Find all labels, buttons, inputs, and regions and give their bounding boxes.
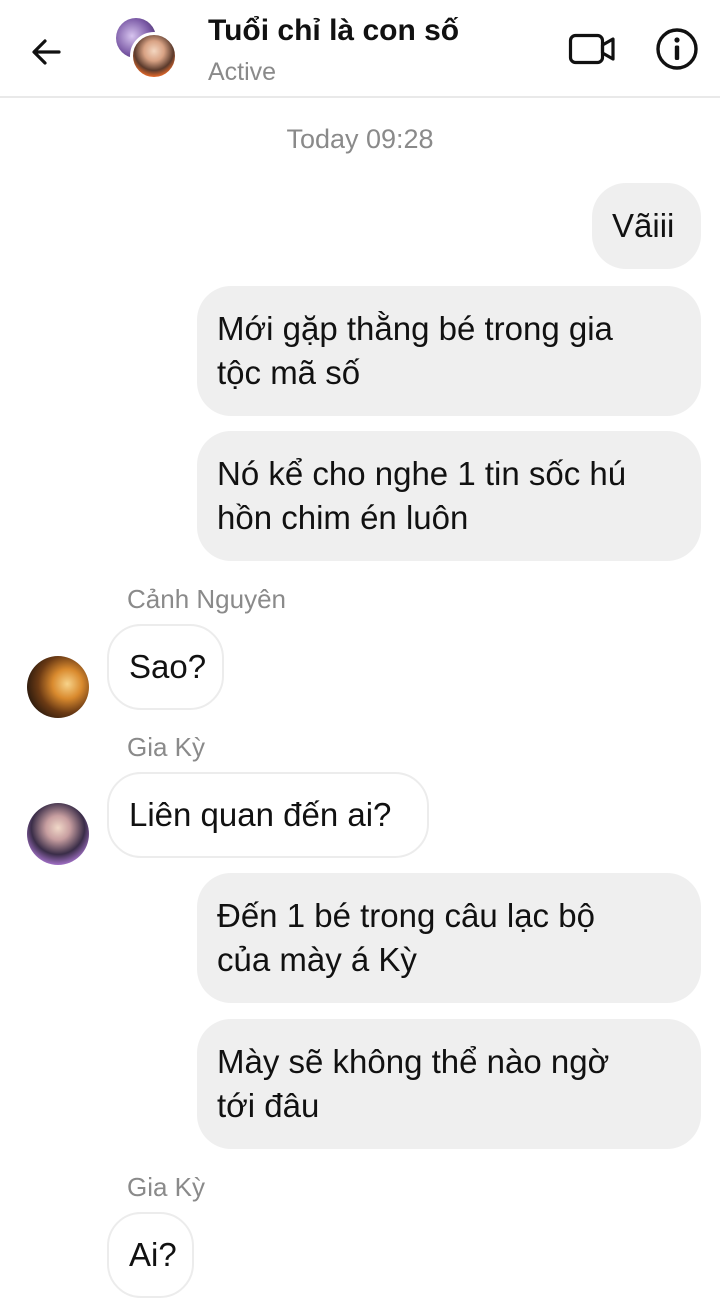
incoming-message-bubble[interactable]: Liên quan đến ai?: [107, 772, 429, 858]
group-avatar-front: [130, 32, 178, 80]
sender-name: Cảnh Nguyên: [127, 584, 286, 614]
sender-name: Gia Kỳ: [127, 732, 206, 762]
back-button[interactable]: [22, 28, 70, 76]
message-line: tộc mã số: [217, 354, 361, 391]
message-line: của mày á Kỳ: [217, 941, 417, 978]
message-text: Nó kể cho nghe 1 tin sốc hú hồn chim én …: [217, 452, 626, 540]
outgoing-message-bubble[interactable]: Vãiii: [592, 183, 701, 269]
incoming-message-bubble[interactable]: Sao?: [107, 624, 224, 710]
message-line: Đến 1 bé trong câu lạc bộ: [217, 897, 595, 934]
sender-name: Gia Kỳ: [127, 1172, 206, 1202]
arrow-left-icon: [32, 39, 61, 65]
message-line: Mày sẽ không thể nào ngờ: [217, 1043, 610, 1080]
message-line: tới đâu: [217, 1087, 320, 1124]
outgoing-message-bubble[interactable]: Mới gặp thằng bé trong gia tộc mã số: [197, 286, 701, 416]
message-line: hồn chim én luôn: [217, 499, 469, 536]
video-call-button[interactable]: [566, 28, 618, 70]
message-line: Mới gặp thằng bé trong gia: [217, 310, 613, 347]
message-text: Mới gặp thằng bé trong gia tộc mã số: [217, 307, 613, 395]
avatar[interactable]: [27, 803, 89, 865]
group-avatar[interactable]: [116, 18, 178, 80]
outgoing-message-bubble[interactable]: Nó kể cho nghe 1 tin sốc hú hồn chim én …: [197, 431, 701, 561]
chat-title[interactable]: Tuổi chỉ là con số: [208, 14, 459, 48]
avatar[interactable]: [27, 656, 89, 718]
message-text: Liên quan đến ai?: [129, 796, 392, 833]
info-button[interactable]: [654, 26, 700, 72]
message-text: Vãiii: [612, 207, 675, 244]
video-camera-icon: [568, 33, 615, 65]
message-text: Sao?: [129, 648, 207, 685]
message-timestamp: Today 09:28: [286, 124, 434, 154]
outgoing-message-bubble[interactable]: Mày sẽ không thể nào ngờ tới đâu: [197, 1019, 701, 1149]
incoming-message-bubble[interactable]: Ai?: [107, 1212, 194, 1298]
message-text: Mày sẽ không thể nào ngờ tới đâu: [217, 1040, 609, 1128]
info-icon: [656, 28, 698, 70]
message-text: Đến 1 bé trong câu lạc bộ của mày á Kỳ: [217, 894, 595, 982]
chat-status: Active: [208, 58, 277, 86]
message-line: Nó kể cho nghe 1 tin sốc hú: [217, 455, 627, 492]
message-text: Ai?: [129, 1236, 177, 1273]
chat-header: Tuổi chỉ là con số Active: [0, 0, 720, 98]
outgoing-message-bubble[interactable]: Đến 1 bé trong câu lạc bộ của mày á Kỳ: [197, 873, 701, 1003]
